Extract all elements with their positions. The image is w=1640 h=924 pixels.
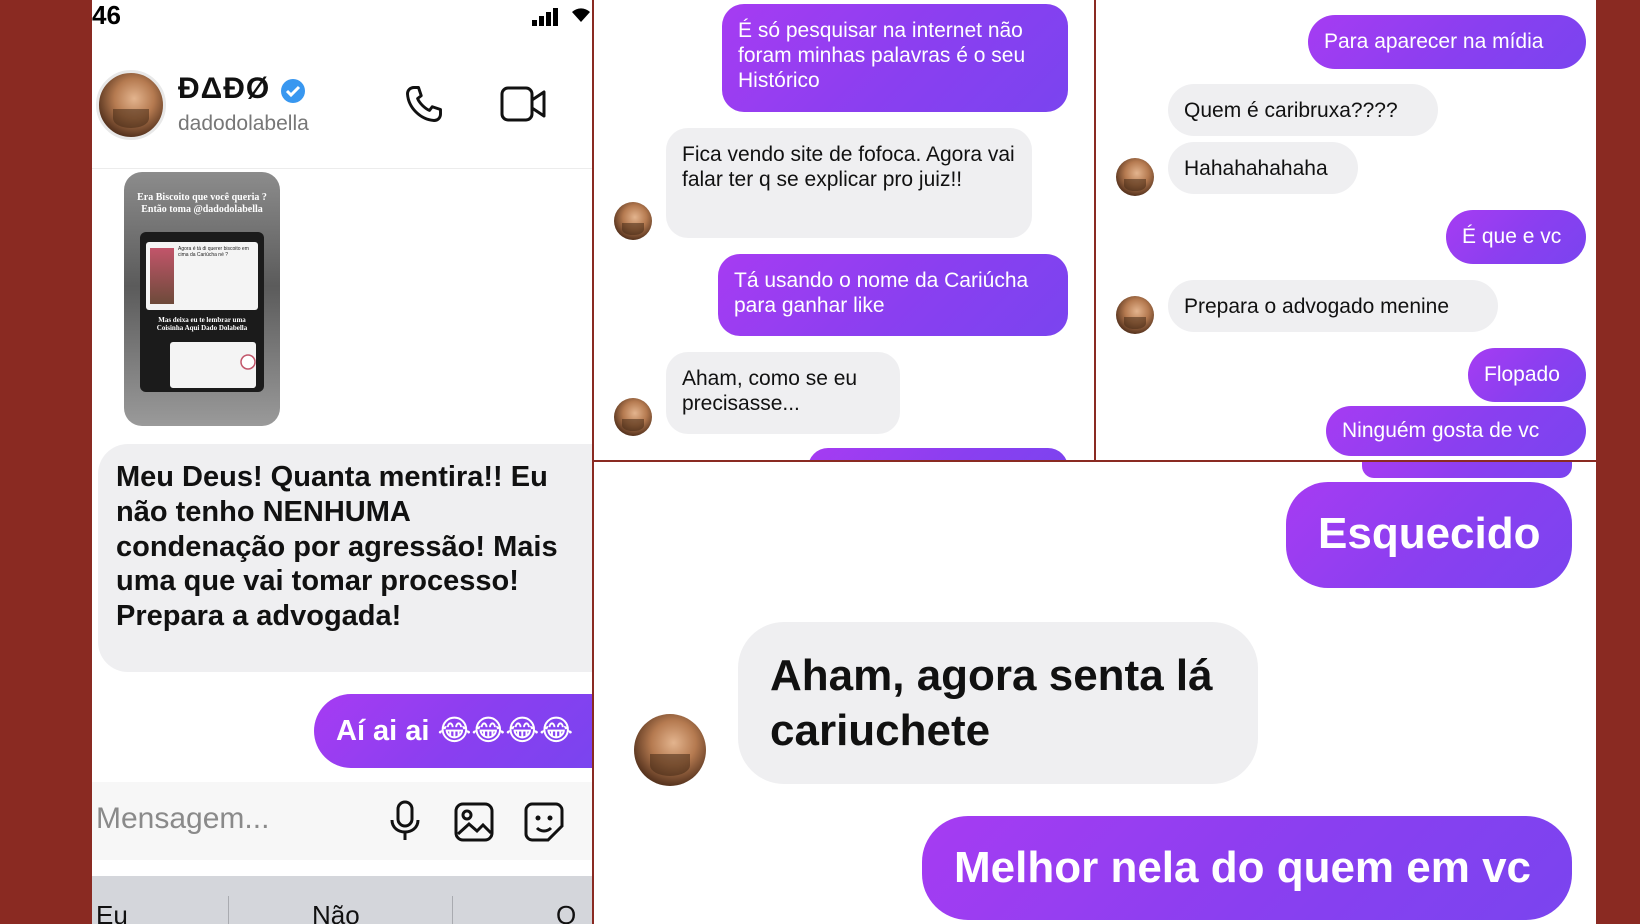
outgoing-message: Esquecido [1286, 482, 1572, 588]
contact-avatar [1116, 296, 1154, 334]
outgoing-message: Aí ai ai 😂😂😂😂 [314, 694, 592, 768]
shared-post-photo [150, 248, 174, 304]
status-time: 46 [92, 0, 121, 30]
shared-post-heading: Era Biscoito que você queria ? Então tom… [137, 192, 267, 215]
outgoing-message: Para aparecer na mídia [1308, 15, 1586, 69]
outgoing-message: Ninguém gosta de vc [1326, 406, 1586, 456]
outgoing-message-partial [1362, 462, 1572, 478]
outgoing-message: É que e vc [1446, 210, 1586, 264]
sticker-icon[interactable] [524, 802, 564, 847]
bottom-chat-panel: Esquecido Aham, agora senta lá cariuchet… [594, 462, 1596, 924]
right-chat-panel: Para aparecer na mídia Quem é caribruxa?… [1096, 0, 1596, 460]
outgoing-message-partial [808, 448, 1068, 460]
shared-post-screenshot: Agora é tá di querer biscoito em cima da… [146, 242, 258, 310]
outgoing-message: Tá usando o nome da Cariúcha para ganhar… [718, 254, 1068, 336]
signal-icon [532, 8, 560, 31]
suggestion-o[interactable]: O [556, 900, 576, 924]
outgoing-message: Flopado [1468, 348, 1586, 402]
message-composer: Mensagem... [92, 782, 592, 860]
incoming-message: Fica vendo site de fofoca. Agora vai fal… [666, 128, 1032, 238]
suggestion-nao[interactable]: Não [312, 900, 360, 924]
microphone-icon[interactable] [388, 800, 422, 847]
shared-post-inner-text-2: Mas deixa eu te lembrar uma Coisinha Aqu… [156, 316, 248, 333]
left-chat-panel: 46 ÐΔÐØ dadodolabella Era Biscoito que v… [92, 0, 592, 924]
video-call-icon[interactable] [500, 84, 548, 129]
contact-avatar [1116, 158, 1154, 196]
profile-username: dadodolabella [178, 112, 309, 135]
chat-header: ÐΔÐØ dadodolabella [92, 60, 592, 169]
pointing-hand-icon [240, 354, 256, 375]
contact-avatar [614, 202, 652, 240]
gallery-icon[interactable] [454, 802, 494, 847]
suggestion-divider [452, 896, 453, 924]
incoming-message: Aham, como se eu precisasse... [666, 352, 900, 434]
suggestion-divider [228, 896, 229, 924]
middle-chat-panel: É só pesquisar na internet não foram min… [594, 0, 1094, 460]
contact-avatar [614, 398, 652, 436]
keyboard-suggestion-bar: Eu Não O [92, 876, 592, 924]
shared-post-card: Agora é tá di querer biscoito em cima da… [140, 232, 264, 392]
incoming-message: Hahahahahaha [1168, 142, 1358, 194]
incoming-message: Meu Deus! Quanta mentira!! Eu não tenho … [98, 444, 592, 672]
incoming-message: Aham, agora senta lá cariuchete [738, 622, 1258, 784]
incoming-message: Quem é caribruxa???? [1168, 84, 1438, 136]
wifi-icon [570, 4, 592, 29]
message-input[interactable]: Mensagem... [96, 802, 269, 836]
profile-avatar[interactable] [96, 70, 166, 140]
shared-story-post[interactable]: Era Biscoito que você queria ? Então tom… [124, 172, 280, 426]
profile-name[interactable]: ÐΔÐØ [178, 72, 270, 106]
phone-call-icon[interactable] [402, 82, 446, 131]
outgoing-message: É só pesquisar na internet não foram min… [722, 4, 1068, 112]
suggestion-eu[interactable]: Eu [96, 900, 128, 924]
contact-avatar [634, 714, 706, 786]
incoming-message: Prepara o advogado menine [1168, 280, 1498, 332]
verified-badge-icon [280, 78, 306, 109]
outgoing-message: Melhor nela do quem em vc [922, 816, 1572, 920]
shared-post-inner-text-1: Agora é tá di querer biscoito em cima da… [178, 246, 249, 258]
